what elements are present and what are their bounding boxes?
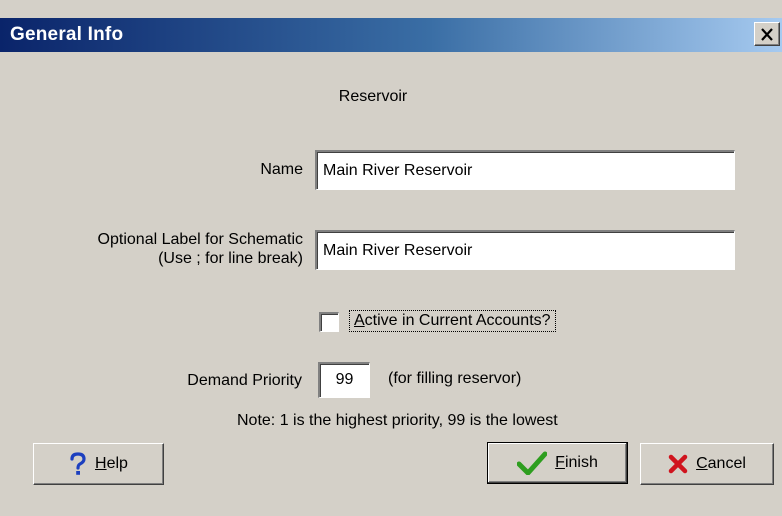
priority-hint: (for filling reservor) xyxy=(388,370,522,387)
active-accounts-checkbox[interactable] xyxy=(319,312,339,332)
schematic-label-line2: (Use ; for line break) xyxy=(158,250,303,267)
name-label: Name xyxy=(260,161,303,178)
demand-priority-field[interactable]: 99 xyxy=(318,362,370,398)
finish-button[interactable]: Finish xyxy=(487,442,628,484)
active-accounts-label[interactable]: Active in Current Accounts? xyxy=(349,310,556,332)
red-x-icon xyxy=(668,454,688,474)
name-field[interactable]: Main River Reservoir xyxy=(315,150,735,190)
close-button[interactable] xyxy=(754,22,780,46)
general-info-dialog: General Info Reservoir Name Main River R… xyxy=(0,0,782,516)
title-bar[interactable]: General Info xyxy=(0,18,782,52)
help-label: Help xyxy=(95,455,128,472)
demand-priority-label: Demand Priority xyxy=(187,372,302,389)
window-title: General Info xyxy=(10,24,124,45)
schematic-label-field[interactable]: Main River Reservoir xyxy=(315,230,735,270)
question-mark-icon xyxy=(70,452,86,475)
help-button[interactable]: Help xyxy=(33,443,164,485)
finish-label: Finish xyxy=(555,454,598,471)
close-x-icon xyxy=(761,27,773,41)
checkmark-icon xyxy=(517,451,548,475)
cancel-button[interactable]: Cancel xyxy=(640,443,774,485)
schematic-label-caption: Optional Label for Schematic (Use ; for … xyxy=(98,230,303,268)
form-heading: Reservoir xyxy=(338,88,408,105)
schematic-label-line1: Optional Label for Schematic xyxy=(97,231,303,248)
cancel-label: Cancel xyxy=(696,455,746,472)
